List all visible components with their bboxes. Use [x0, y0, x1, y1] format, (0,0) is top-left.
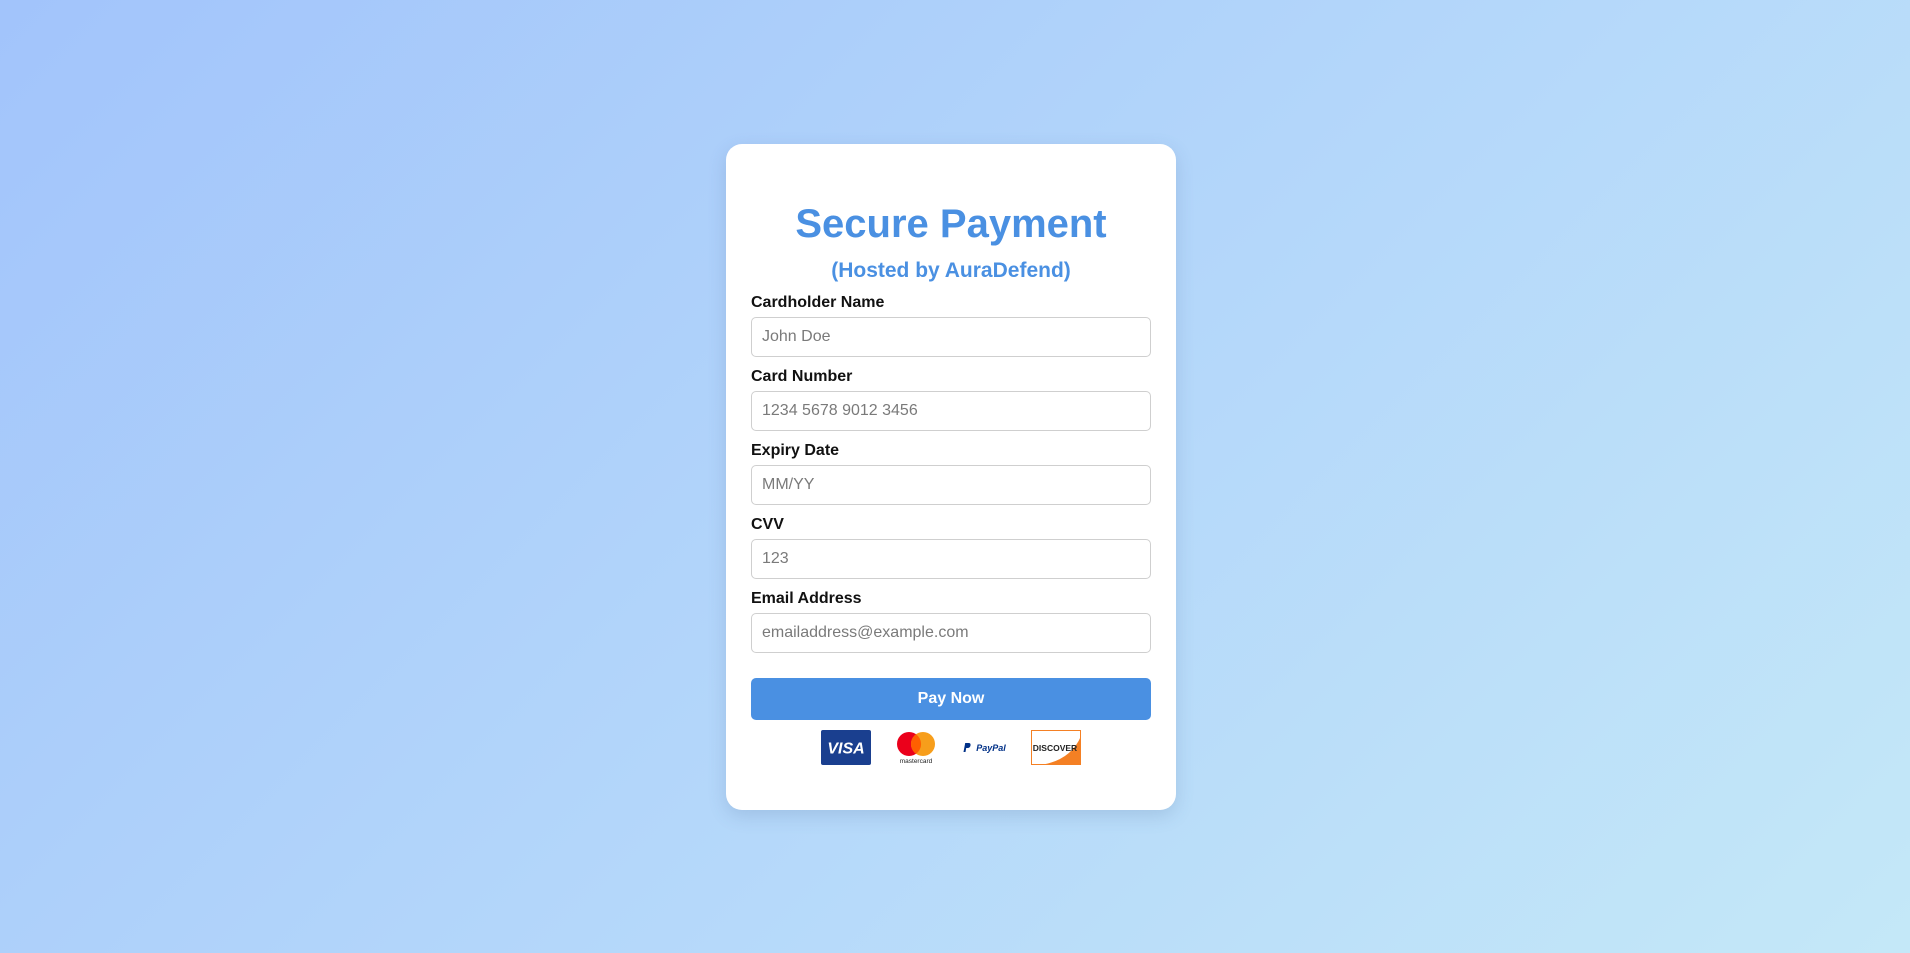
- card-number-input[interactable]: [751, 391, 1151, 431]
- payment-logos: VISA mastercard PayPal DISCOVER: [751, 730, 1151, 765]
- paypal-logo: PayPal: [961, 730, 1011, 765]
- payment-form: Cardholder Name Card Number Expiry Date …: [751, 293, 1151, 720]
- expiry-date-group: Expiry Date: [751, 441, 1151, 505]
- expiry-date-input[interactable]: [751, 465, 1151, 505]
- cvv-group: CVV: [751, 515, 1151, 579]
- paypal-logo-text: PayPal: [976, 743, 1006, 753]
- discover-logo-text: DISCOVER: [1033, 743, 1077, 753]
- cardholder-name-input[interactable]: [751, 317, 1151, 357]
- cardholder-name-label: Cardholder Name: [751, 294, 885, 311]
- visa-logo: VISA: [821, 730, 871, 765]
- mastercard-logo-text: mastercard: [900, 758, 933, 765]
- email-label: Email Address: [751, 590, 862, 607]
- cvv-input[interactable]: [751, 539, 1151, 579]
- email-input[interactable]: [751, 613, 1151, 653]
- cardholder-name-group: Cardholder Name: [751, 293, 1151, 357]
- card-number-group: Card Number: [751, 367, 1151, 431]
- payment-card: Secure Payment (Hosted by AuraDefend) Ca…: [726, 144, 1176, 810]
- discover-logo: DISCOVER: [1031, 730, 1081, 765]
- cvv-label: CVV: [751, 516, 784, 533]
- email-group: Email Address: [751, 589, 1151, 653]
- mastercard-logo: mastercard: [897, 732, 935, 765]
- page-title: Secure Payment: [795, 202, 1107, 246]
- expiry-date-label: Expiry Date: [751, 442, 840, 459]
- page-subtitle: (Hosted by AuraDefend): [831, 259, 1071, 282]
- card-number-label: Card Number: [751, 368, 853, 385]
- visa-logo-text: VISA: [827, 741, 864, 758]
- pay-now-button[interactable]: Pay Now: [751, 678, 1151, 720]
